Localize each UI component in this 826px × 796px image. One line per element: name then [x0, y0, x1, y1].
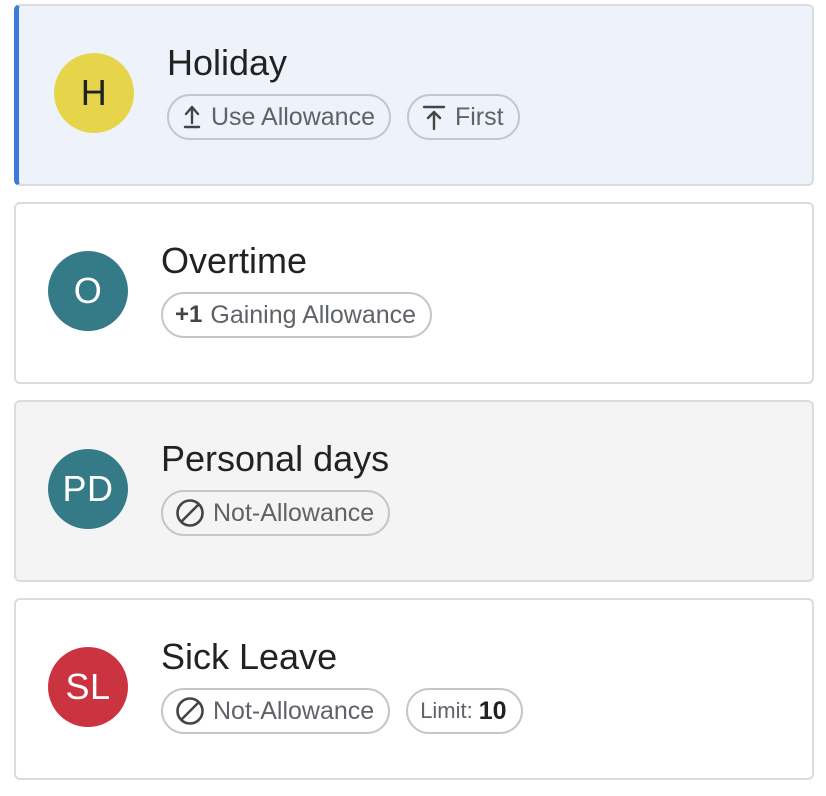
chip-label: First — [454, 102, 504, 131]
chip-label: Not-Allowance — [213, 498, 375, 527]
category-title: Sick Leave — [161, 636, 338, 677]
avatar: PD — [48, 449, 128, 529]
category-card-personal-days[interactable]: PD Personal days Not-Allowance — [14, 400, 814, 582]
limit-label: Limit: — [420, 698, 473, 723]
upload-icon — [181, 104, 203, 130]
avatar-initials: O — [73, 270, 103, 311]
chip-label: Use Allowance — [211, 102, 375, 131]
category-title: Overtime — [161, 240, 308, 281]
chip-label: Not-Allowance — [213, 696, 375, 725]
leave-category-list: H Holiday Use Allowance First O Overtime — [14, 4, 814, 796]
plus-one-icon: +1 — [175, 301, 203, 328]
category-card-holiday[interactable]: H Holiday Use Allowance First — [14, 4, 814, 186]
limit-chip: Limit: 10 — [406, 688, 523, 734]
category-card-sick-leave[interactable]: SL Sick Leave Not-Allowance Limit: 10 — [14, 598, 814, 780]
chip-group: Use Allowance First — [167, 94, 520, 140]
category-card-overtime[interactable]: O Overtime +1 Gaining Allowance — [14, 202, 814, 384]
avatar-initials: H — [80, 72, 108, 113]
category-title: Personal days — [161, 438, 390, 479]
chip-group: Not-Allowance — [161, 490, 391, 536]
not-allowance-chip: Not-Allowance — [161, 490, 391, 536]
block-icon — [175, 498, 205, 528]
limit-value: 10 — [478, 696, 507, 725]
avatar-initials: SL — [65, 666, 111, 707]
gaining-allowance-chip: +1 Gaining Allowance — [161, 292, 433, 338]
block-icon — [175, 696, 205, 726]
chip-group: +1 Gaining Allowance — [161, 292, 433, 338]
chip-group: Not-Allowance Limit: 10 — [161, 688, 523, 734]
category-title: Holiday — [167, 42, 288, 83]
avatar: H — [54, 53, 134, 133]
avatar-initials: PD — [62, 468, 114, 509]
first-chip: First — [406, 94, 520, 140]
avatar: O — [48, 251, 128, 331]
arrow-up-to-line-icon — [421, 103, 447, 131]
not-allowance-chip: Not-Allowance — [161, 688, 391, 734]
chip-label: Gaining Allowance — [210, 300, 417, 329]
avatar: SL — [48, 647, 128, 727]
use-allowance-chip: Use Allowance — [167, 94, 391, 140]
